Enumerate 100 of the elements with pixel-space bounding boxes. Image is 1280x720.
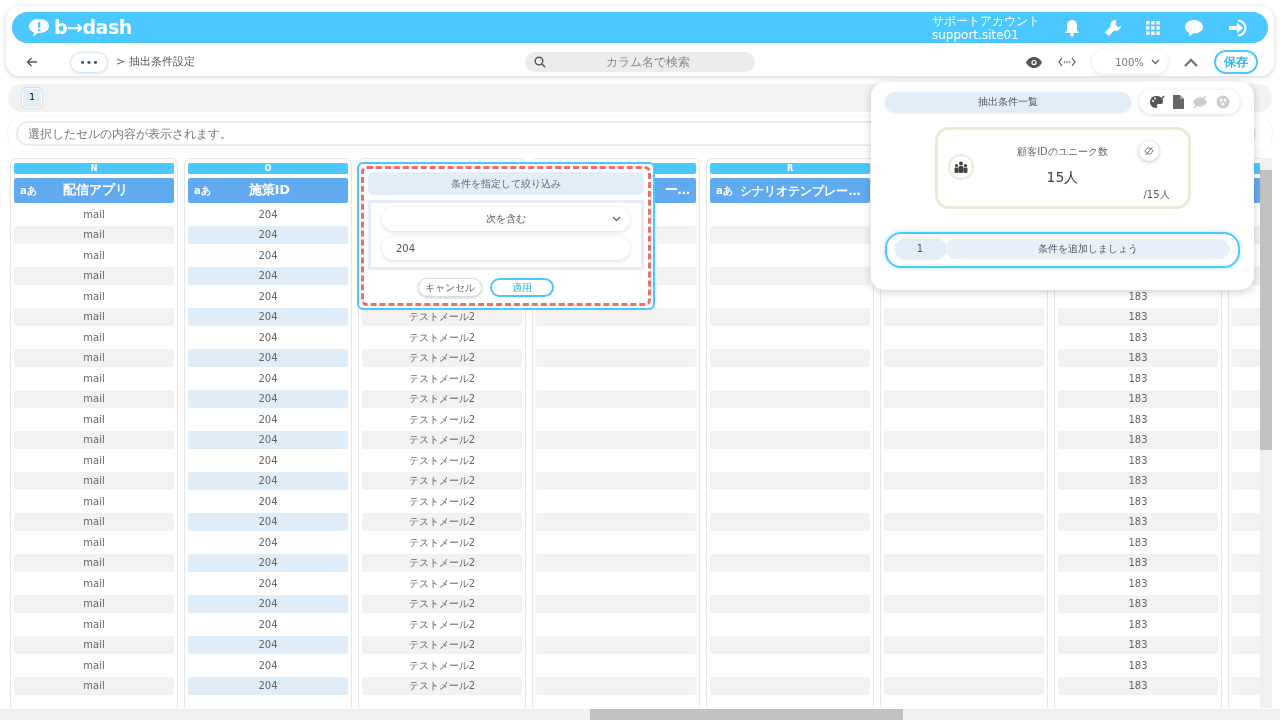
table-cell[interactable]: 204 bbox=[188, 410, 348, 429]
table-cell[interactable]: 183 bbox=[1058, 308, 1218, 326]
table-cell[interactable]: mail bbox=[14, 472, 174, 490]
bell-icon[interactable] bbox=[1064, 18, 1080, 37]
wrench-icon[interactable] bbox=[1104, 18, 1122, 37]
table-cell[interactable]: 204 bbox=[188, 431, 348, 449]
document-icon[interactable] bbox=[1173, 95, 1184, 109]
table-cell[interactable]: 204 bbox=[188, 615, 348, 634]
table-cell[interactable]: mail bbox=[14, 410, 174, 429]
vertical-scrollbar[interactable] bbox=[1260, 158, 1272, 708]
table-cell[interactable]: 183 bbox=[1058, 390, 1218, 408]
table-cell[interactable]: mail bbox=[14, 615, 174, 634]
table-cell[interactable]: 183 bbox=[1058, 349, 1218, 367]
table-cell[interactable]: mail bbox=[14, 677, 174, 695]
table-cell[interactable]: 204 bbox=[188, 492, 348, 511]
table-cell[interactable]: 183 bbox=[1058, 636, 1218, 654]
table-cell[interactable]: 204 bbox=[188, 656, 348, 675]
table-cell[interactable]: 183 bbox=[1058, 472, 1218, 490]
value-field[interactable]: 204 bbox=[382, 236, 630, 260]
table-cell[interactable]: テストメール2 bbox=[362, 595, 522, 613]
zoom-select[interactable]: 100% bbox=[1092, 50, 1168, 74]
table-cell[interactable]: mail bbox=[14, 574, 174, 593]
table-cell[interactable]: 183 bbox=[1058, 451, 1218, 470]
table-cell[interactable]: 204 bbox=[188, 246, 348, 265]
table-cell[interactable]: mail bbox=[14, 451, 174, 470]
table-cell[interactable]: 204 bbox=[188, 369, 348, 388]
table-cell[interactable]: 204 bbox=[188, 595, 348, 613]
chevron-up-icon[interactable] bbox=[1184, 57, 1198, 67]
table-cell[interactable]: 183 bbox=[1058, 328, 1218, 347]
table-cell[interactable]: テストメール2 bbox=[362, 369, 522, 388]
table-cell[interactable]: mail bbox=[14, 205, 174, 224]
code-arrows-icon[interactable] bbox=[1058, 57, 1076, 67]
table-cell[interactable]: 204 bbox=[188, 533, 348, 552]
table-cell[interactable]: 183 bbox=[1058, 492, 1218, 511]
table-cell[interactable]: テストメール2 bbox=[362, 410, 522, 429]
table-cell[interactable]: テストメール2 bbox=[362, 451, 522, 470]
table-cell[interactable]: 204 bbox=[188, 554, 348, 572]
table-cell[interactable]: テストメール2 bbox=[362, 328, 522, 347]
table-cell[interactable]: mail bbox=[14, 328, 174, 347]
table-cell[interactable]: テストメール2 bbox=[362, 349, 522, 367]
table-cell[interactable]: mail bbox=[14, 431, 174, 449]
filter-form-card[interactable]: 次を含む 204 bbox=[368, 200, 644, 270]
table-cell[interactable]: 183 bbox=[1058, 574, 1218, 593]
table-cell[interactable]: 204 bbox=[188, 390, 348, 408]
table-cell[interactable]: 183 bbox=[1058, 287, 1218, 306]
table-cell[interactable]: 183 bbox=[1058, 513, 1218, 531]
table-cell[interactable]: mail bbox=[14, 656, 174, 675]
table-cell[interactable]: mail bbox=[14, 246, 174, 265]
table-cell[interactable] bbox=[710, 267, 870, 285]
table-cell[interactable]: 204 bbox=[188, 636, 348, 654]
table-cell[interactable]: 204 bbox=[188, 574, 348, 593]
table-cell[interactable]: mail bbox=[14, 349, 174, 367]
more-button[interactable]: ••• bbox=[70, 51, 108, 73]
hide-metric-button[interactable] bbox=[1138, 141, 1159, 161]
chat-bubble-icon[interactable] bbox=[1184, 18, 1204, 37]
table-cell[interactable]: テストメール2 bbox=[362, 513, 522, 531]
table-cell[interactable]: mail bbox=[14, 267, 174, 285]
table-cell[interactable]: 183 bbox=[1058, 369, 1218, 388]
table-cell[interactable]: テストメール2 bbox=[362, 472, 522, 490]
table-cell[interactable]: mail bbox=[14, 369, 174, 388]
table-cell[interactable]: テストメール2 bbox=[362, 574, 522, 593]
search-field[interactable]: カラム名で検索 bbox=[524, 52, 755, 72]
table-cell[interactable]: mail bbox=[14, 636, 174, 654]
table-cell[interactable]: 183 bbox=[1058, 595, 1218, 613]
table-cell[interactable]: mail bbox=[14, 513, 174, 531]
table-cell[interactable]: テストメール2 bbox=[362, 533, 522, 552]
table-cell[interactable]: mail bbox=[14, 533, 174, 552]
circle-dots-icon[interactable] bbox=[1216, 95, 1230, 109]
table-cell[interactable]: 204 bbox=[188, 513, 348, 531]
table-cell[interactable]: 204 bbox=[188, 677, 348, 695]
table-cell[interactable]: テストメール2 bbox=[362, 431, 522, 449]
table-cell[interactable]: テストメール2 bbox=[362, 656, 522, 675]
table-cell[interactable]: mail bbox=[14, 287, 174, 306]
back-button[interactable] bbox=[26, 57, 38, 67]
apps-grid-icon[interactable] bbox=[1146, 20, 1160, 35]
panel-tab[interactable]: 抽出条件一覧 bbox=[885, 92, 1131, 112]
table-cell[interactable]: mail bbox=[14, 226, 174, 244]
table-cell[interactable]: 204 bbox=[188, 308, 348, 326]
table-cell[interactable]: 183 bbox=[1058, 677, 1218, 695]
table-cell[interactable]: テストメール2 bbox=[362, 636, 522, 654]
table-cell[interactable]: 183 bbox=[1058, 533, 1218, 552]
table-cell[interactable]: テストメール2 bbox=[362, 554, 522, 572]
cancel-button[interactable]: キャンセル bbox=[418, 278, 482, 297]
table-cell[interactable]: 204 bbox=[188, 328, 348, 347]
table-cell[interactable]: mail bbox=[14, 492, 174, 511]
table-cell[interactable]: 204 bbox=[188, 287, 348, 306]
table-cell[interactable]: 204 bbox=[188, 472, 348, 490]
operator-select[interactable]: 次を含む bbox=[382, 207, 630, 231]
table-cell[interactable]: mail bbox=[14, 554, 174, 572]
sheet-tab[interactable]: 1 bbox=[22, 88, 42, 108]
table-cell[interactable]: テストメール2 bbox=[362, 615, 522, 634]
table-cell[interactable]: 183 bbox=[1058, 615, 1218, 634]
logout-icon[interactable] bbox=[1228, 18, 1248, 37]
palette-icon[interactable] bbox=[1149, 95, 1165, 109]
table-cell[interactable]: mail bbox=[14, 595, 174, 613]
table-cell[interactable]: テストメール2 bbox=[362, 390, 522, 408]
table-cell[interactable]: 183 bbox=[1058, 554, 1218, 572]
add-condition-button[interactable]: 条件を追加しましょう bbox=[945, 239, 1230, 259]
horizontal-scrollbar[interactable] bbox=[0, 709, 1280, 720]
table-cell[interactable]: mail bbox=[14, 308, 174, 326]
